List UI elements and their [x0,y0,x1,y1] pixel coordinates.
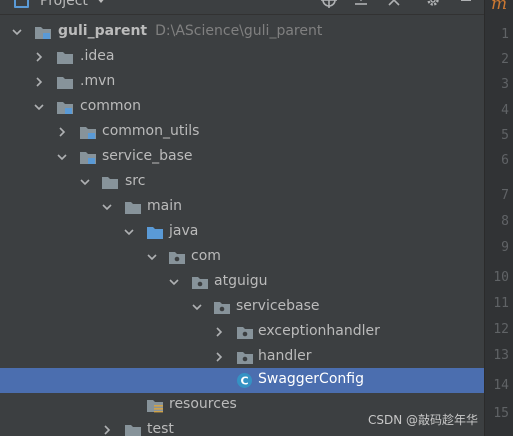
folder-icon [57,52,73,64]
tree-node-src[interactable]: src [0,170,484,195]
tree-node-label: common [80,98,141,114]
tree-node-main[interactable]: main [0,195,484,220]
collapse-all-icon[interactable] [383,0,405,12]
chevron-down-icon[interactable] [101,201,113,213]
line-number: 5 [501,128,509,143]
tree-node-common[interactable]: common [0,95,484,120]
folder-icon [125,425,141,436]
tree-node-swaggerconfig[interactable]: C SwaggerConfig [0,368,484,393]
locate-target-icon[interactable] [318,0,340,12]
folder-icon [102,177,118,189]
line-number: 4 [501,103,509,118]
tree-node-java[interactable]: java [0,220,484,245]
tree-node-atguigu[interactable]: atguigu [0,270,484,295]
gear-icon[interactable] [422,0,444,12]
line-number: 7 [501,188,509,203]
tree-node-label: atguigu [214,273,268,289]
editor-gutter: m 1 2 3 4 5 6 7 8 9 10 11 12 13 14 15 [484,0,513,436]
tree-node-label: resources [169,396,237,412]
tree-node-label: servicebase [236,298,320,314]
line-number: 9 [501,240,509,255]
tree-node-label: SwaggerConfig [258,371,364,387]
chevron-right-icon[interactable] [33,51,45,63]
chevron-down-icon[interactable] [168,276,180,288]
package-icon [169,252,185,264]
tree-node-label: .idea [80,48,115,64]
java-class-icon: C [237,373,252,388]
chevron-down-icon[interactable] [56,151,68,163]
minimize-icon[interactable] [455,0,477,12]
line-number: 12 [493,322,509,337]
module-folder-icon [35,27,51,39]
root-module-path: D:\AScience\guli_parent [155,23,323,39]
tree-node-label: com [191,248,221,264]
line-number: 11 [493,296,509,311]
tree-node-label: handler [258,348,312,364]
tree-node-label: src [125,173,146,189]
project-tree[interactable]: guli_parent D:\AScience\guli_parent .idea… [0,14,484,436]
project-view-title[interactable]: Project [40,0,88,9]
chevron-down-icon[interactable] [11,26,23,38]
expand-all-icon[interactable] [350,0,372,12]
line-number: 14 [493,378,509,393]
header-divider [0,14,484,15]
resources-folder-icon [147,400,163,413]
folder-icon [125,202,141,214]
module-folder-icon [57,102,73,114]
tree-node-label: .mvn [80,73,116,89]
package-icon [237,327,253,339]
watermark-text: CSDN @敲码趁年华 [368,413,479,427]
tree-node-label: main [147,198,182,214]
tree-node-label: guli_parent D:\AScience\guli_parent [58,23,322,39]
chevron-right-icon[interactable] [101,424,113,436]
root-module-name: guli_parent [58,23,148,39]
chevron-down-icon[interactable] [123,226,135,238]
folder-icon [57,77,73,89]
chevron-down-icon[interactable] [79,176,91,188]
tree-node-label: exceptionhandler [258,323,380,339]
package-icon [214,302,230,314]
chevron-right-icon[interactable] [213,351,225,363]
tree-node-service-base[interactable]: service_base [0,145,484,170]
tree-node-label: common_utils [102,123,200,139]
tree-node-guli-parent[interactable]: guli_parent D:\AScience\guli_parent [0,20,484,45]
tree-node-idea[interactable]: .idea [0,45,484,70]
line-number: 3 [501,77,509,92]
svg-text:C: C [240,375,248,388]
module-folder-icon [80,152,96,164]
project-window-icon [14,0,29,8]
package-icon [237,352,253,364]
chevron-down-icon[interactable] [191,301,203,313]
line-number: 15 [493,406,509,421]
tree-node-common-utils[interactable]: common_utils [0,120,484,145]
tree-node-servicebase[interactable]: servicebase [0,295,484,320]
line-number: 13 [493,348,509,363]
chevron-down-icon[interactable] [33,101,45,113]
chevron-right-icon[interactable] [33,76,45,88]
module-folder-icon [80,127,96,139]
project-toolwindow-header: Project [0,0,484,14]
tree-node-com[interactable]: com [0,245,484,270]
package-icon [192,277,208,289]
tree-node-label: test [147,421,174,436]
tree-node-handler[interactable]: handler [0,345,484,370]
chevron-right-icon[interactable] [213,326,225,338]
chevron-right-icon[interactable] [56,126,68,138]
tree-node-exceptionhandler[interactable]: exceptionhandler [0,320,484,345]
tree-node-label: service_base [102,148,193,164]
tree-node-mvn[interactable]: .mvn [0,70,484,95]
line-number: 1 [501,27,509,42]
chevron-down-icon[interactable] [146,251,158,263]
line-number: 10 [493,270,509,285]
tree-node-label: java [169,223,199,239]
line-number: 6 [501,153,509,168]
source-folder-icon [147,227,163,239]
chevron-down-icon[interactable] [96,0,106,3]
line-number: 2 [501,52,509,67]
editor-tab-fragment[interactable]: m [491,0,507,14]
line-number: 8 [501,214,509,229]
